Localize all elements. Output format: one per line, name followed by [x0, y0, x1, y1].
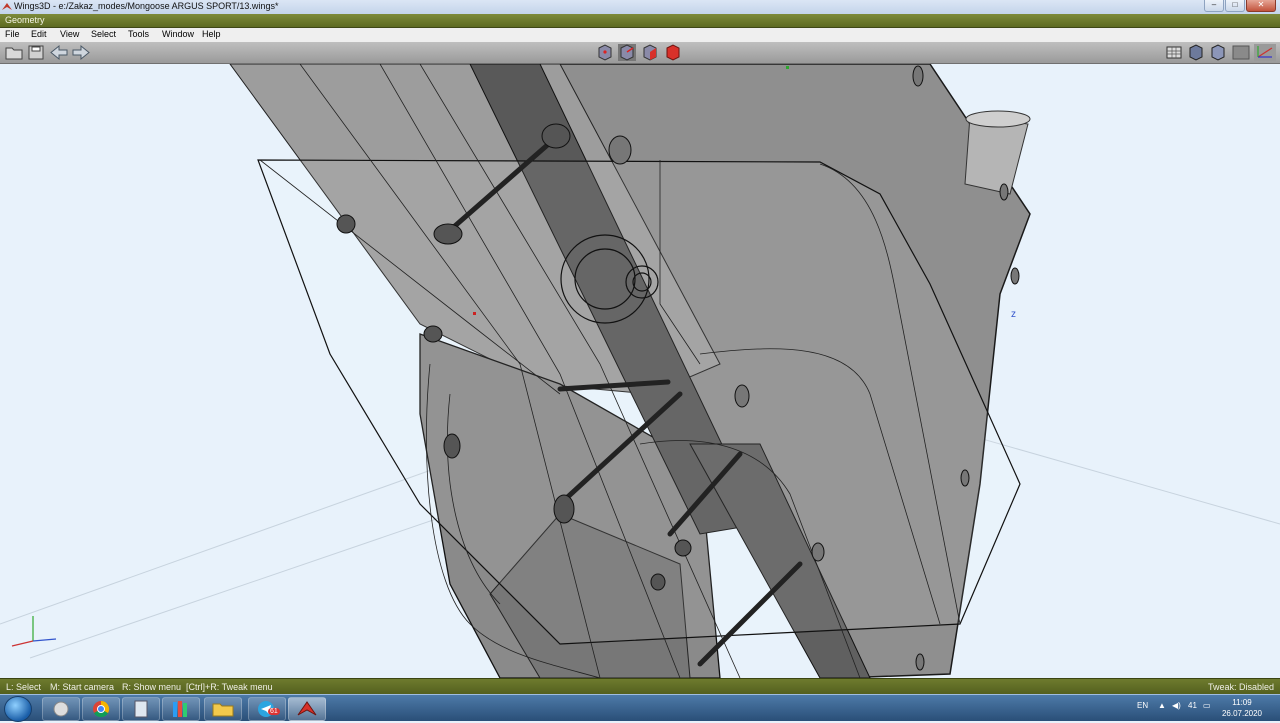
body-mode-icon[interactable]: [664, 44, 682, 61]
edge-mode-icon[interactable]: [618, 44, 636, 61]
start-orb[interactable]: [4, 696, 32, 722]
z-axis-label: z: [1011, 309, 1016, 320]
tweak-status: Tweak: Disabled: [1207, 682, 1274, 692]
system-clock[interactable]: 11:09 26.07.2020: [1220, 697, 1264, 719]
smooth-shade-icon[interactable]: [1187, 44, 1205, 61]
telegram-badge: 61: [268, 708, 280, 715]
minimize-button[interactable]: –: [1204, 0, 1224, 12]
menu-help[interactable]: Help: [202, 29, 221, 39]
status-tweak-menu-hint: [Ctrl]+R: Tweak menu: [186, 682, 273, 692]
status-menu-hint: R: Show menu: [122, 682, 182, 692]
vertex-mode-icon[interactable]: [596, 44, 614, 61]
library-icon: [173, 701, 187, 717]
menu-edit[interactable]: Edit: [31, 29, 47, 39]
clock-time: 11:09: [1232, 698, 1252, 707]
taskbar-telegram[interactable]: 61: [248, 697, 286, 721]
wings3d-app-icon: [2, 3, 12, 10]
status-bar: L: Select M: Start camera R: Show menu […: [0, 678, 1280, 695]
clock-date: 26.07.2020: [1221, 709, 1263, 718]
groundplane-icon[interactable]: [1165, 44, 1183, 61]
taskbar-explorer[interactable]: [204, 697, 242, 721]
taskbar-calculator[interactable]: [122, 697, 160, 721]
tool-icon: [53, 701, 69, 717]
close-button[interactable]: ✕: [1246, 0, 1276, 12]
menu-select[interactable]: Select: [91, 29, 116, 39]
window-titlebar: Wings3D - e:/Zakaz_modes/Mongoose ARGUS …: [0, 0, 1280, 14]
taskbar-wings3d[interactable]: [288, 697, 326, 721]
network-icon[interactable]: ▭: [1203, 701, 1211, 710]
undo-arrow-icon[interactable]: [49, 44, 69, 61]
save-icon[interactable]: [27, 44, 45, 61]
taskbar-tool-app[interactable]: [42, 697, 80, 721]
wings3d-icon: [297, 701, 317, 716]
menu-file[interactable]: File: [5, 29, 20, 39]
menu-tools[interactable]: Tools: [128, 29, 149, 39]
volume-level: 41: [1188, 701, 1197, 710]
maximize-button[interactable]: □: [1225, 0, 1245, 12]
menu-view[interactable]: View: [60, 29, 79, 39]
windows-taskbar: 61 EN ▲ ◀) 41 ▭ 11:09 26.07.2020: [0, 694, 1280, 722]
menu-window[interactable]: Window: [162, 29, 194, 39]
status-camera-hint: M: Start camera: [50, 682, 115, 692]
status-select-hint: L: Select: [6, 682, 42, 692]
redo-arrow-icon[interactable]: [71, 44, 91, 61]
tray-expand-icon[interactable]: ▲: [1158, 701, 1166, 710]
menu-bar: File Edit View Select Tools Window Help: [0, 28, 1280, 43]
file-explorer-icon: [212, 703, 234, 717]
calculator-icon: [134, 700, 148, 718]
toolbar: [0, 42, 1280, 64]
axes-icon[interactable]: [1254, 44, 1276, 61]
window-title: Wings3D - e:/Zakaz_modes/Mongoose ARGUS …: [14, 1, 279, 11]
chrome-icon: [93, 700, 110, 718]
wireframe-icon[interactable]: [1232, 44, 1250, 61]
open-folder-icon[interactable]: [4, 44, 24, 61]
face-mode-icon[interactable]: [641, 44, 659, 61]
geometry-label: Geometry: [5, 15, 45, 25]
3d-viewport[interactable]: z: [0, 64, 1280, 678]
taskbar-library[interactable]: [162, 697, 200, 721]
volume-icon[interactable]: ◀): [1172, 701, 1181, 710]
taskbar-chrome[interactable]: [82, 697, 120, 721]
geometry-window-header: Geometry: [0, 14, 1280, 28]
model-render: [0, 64, 1280, 678]
language-indicator[interactable]: EN: [1137, 701, 1148, 710]
flat-shade-icon[interactable]: [1209, 44, 1227, 61]
